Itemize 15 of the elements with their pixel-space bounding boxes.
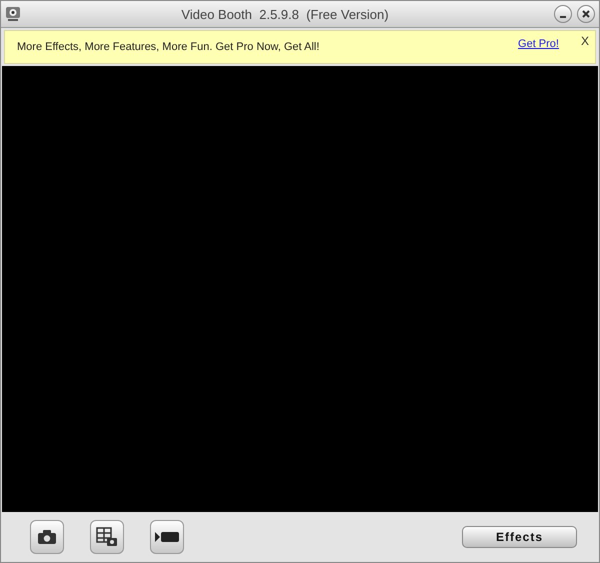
multi-shot-button[interactable] xyxy=(90,520,124,554)
webcam-icon xyxy=(5,6,21,22)
promo-message: More Effects, More Features, More Fun. Get Pro Now, Get All! xyxy=(17,41,320,53)
get-pro-link[interactable]: Get Pro! xyxy=(518,38,559,50)
snapshot-button[interactable] xyxy=(30,520,64,554)
camera-icon xyxy=(38,530,56,544)
window-title: Video Booth 2.5.9.8 (Free Version) xyxy=(180,6,390,22)
video-camera-icon xyxy=(155,531,179,543)
grid-camera-icon xyxy=(96,527,118,547)
banner-close-button[interactable]: X xyxy=(580,34,589,48)
record-button[interactable] xyxy=(150,520,184,554)
effects-button[interactable]: Effects xyxy=(462,526,577,548)
close-icon xyxy=(582,10,590,18)
close-button[interactable] xyxy=(577,5,595,23)
minimize-button[interactable] xyxy=(554,5,572,23)
